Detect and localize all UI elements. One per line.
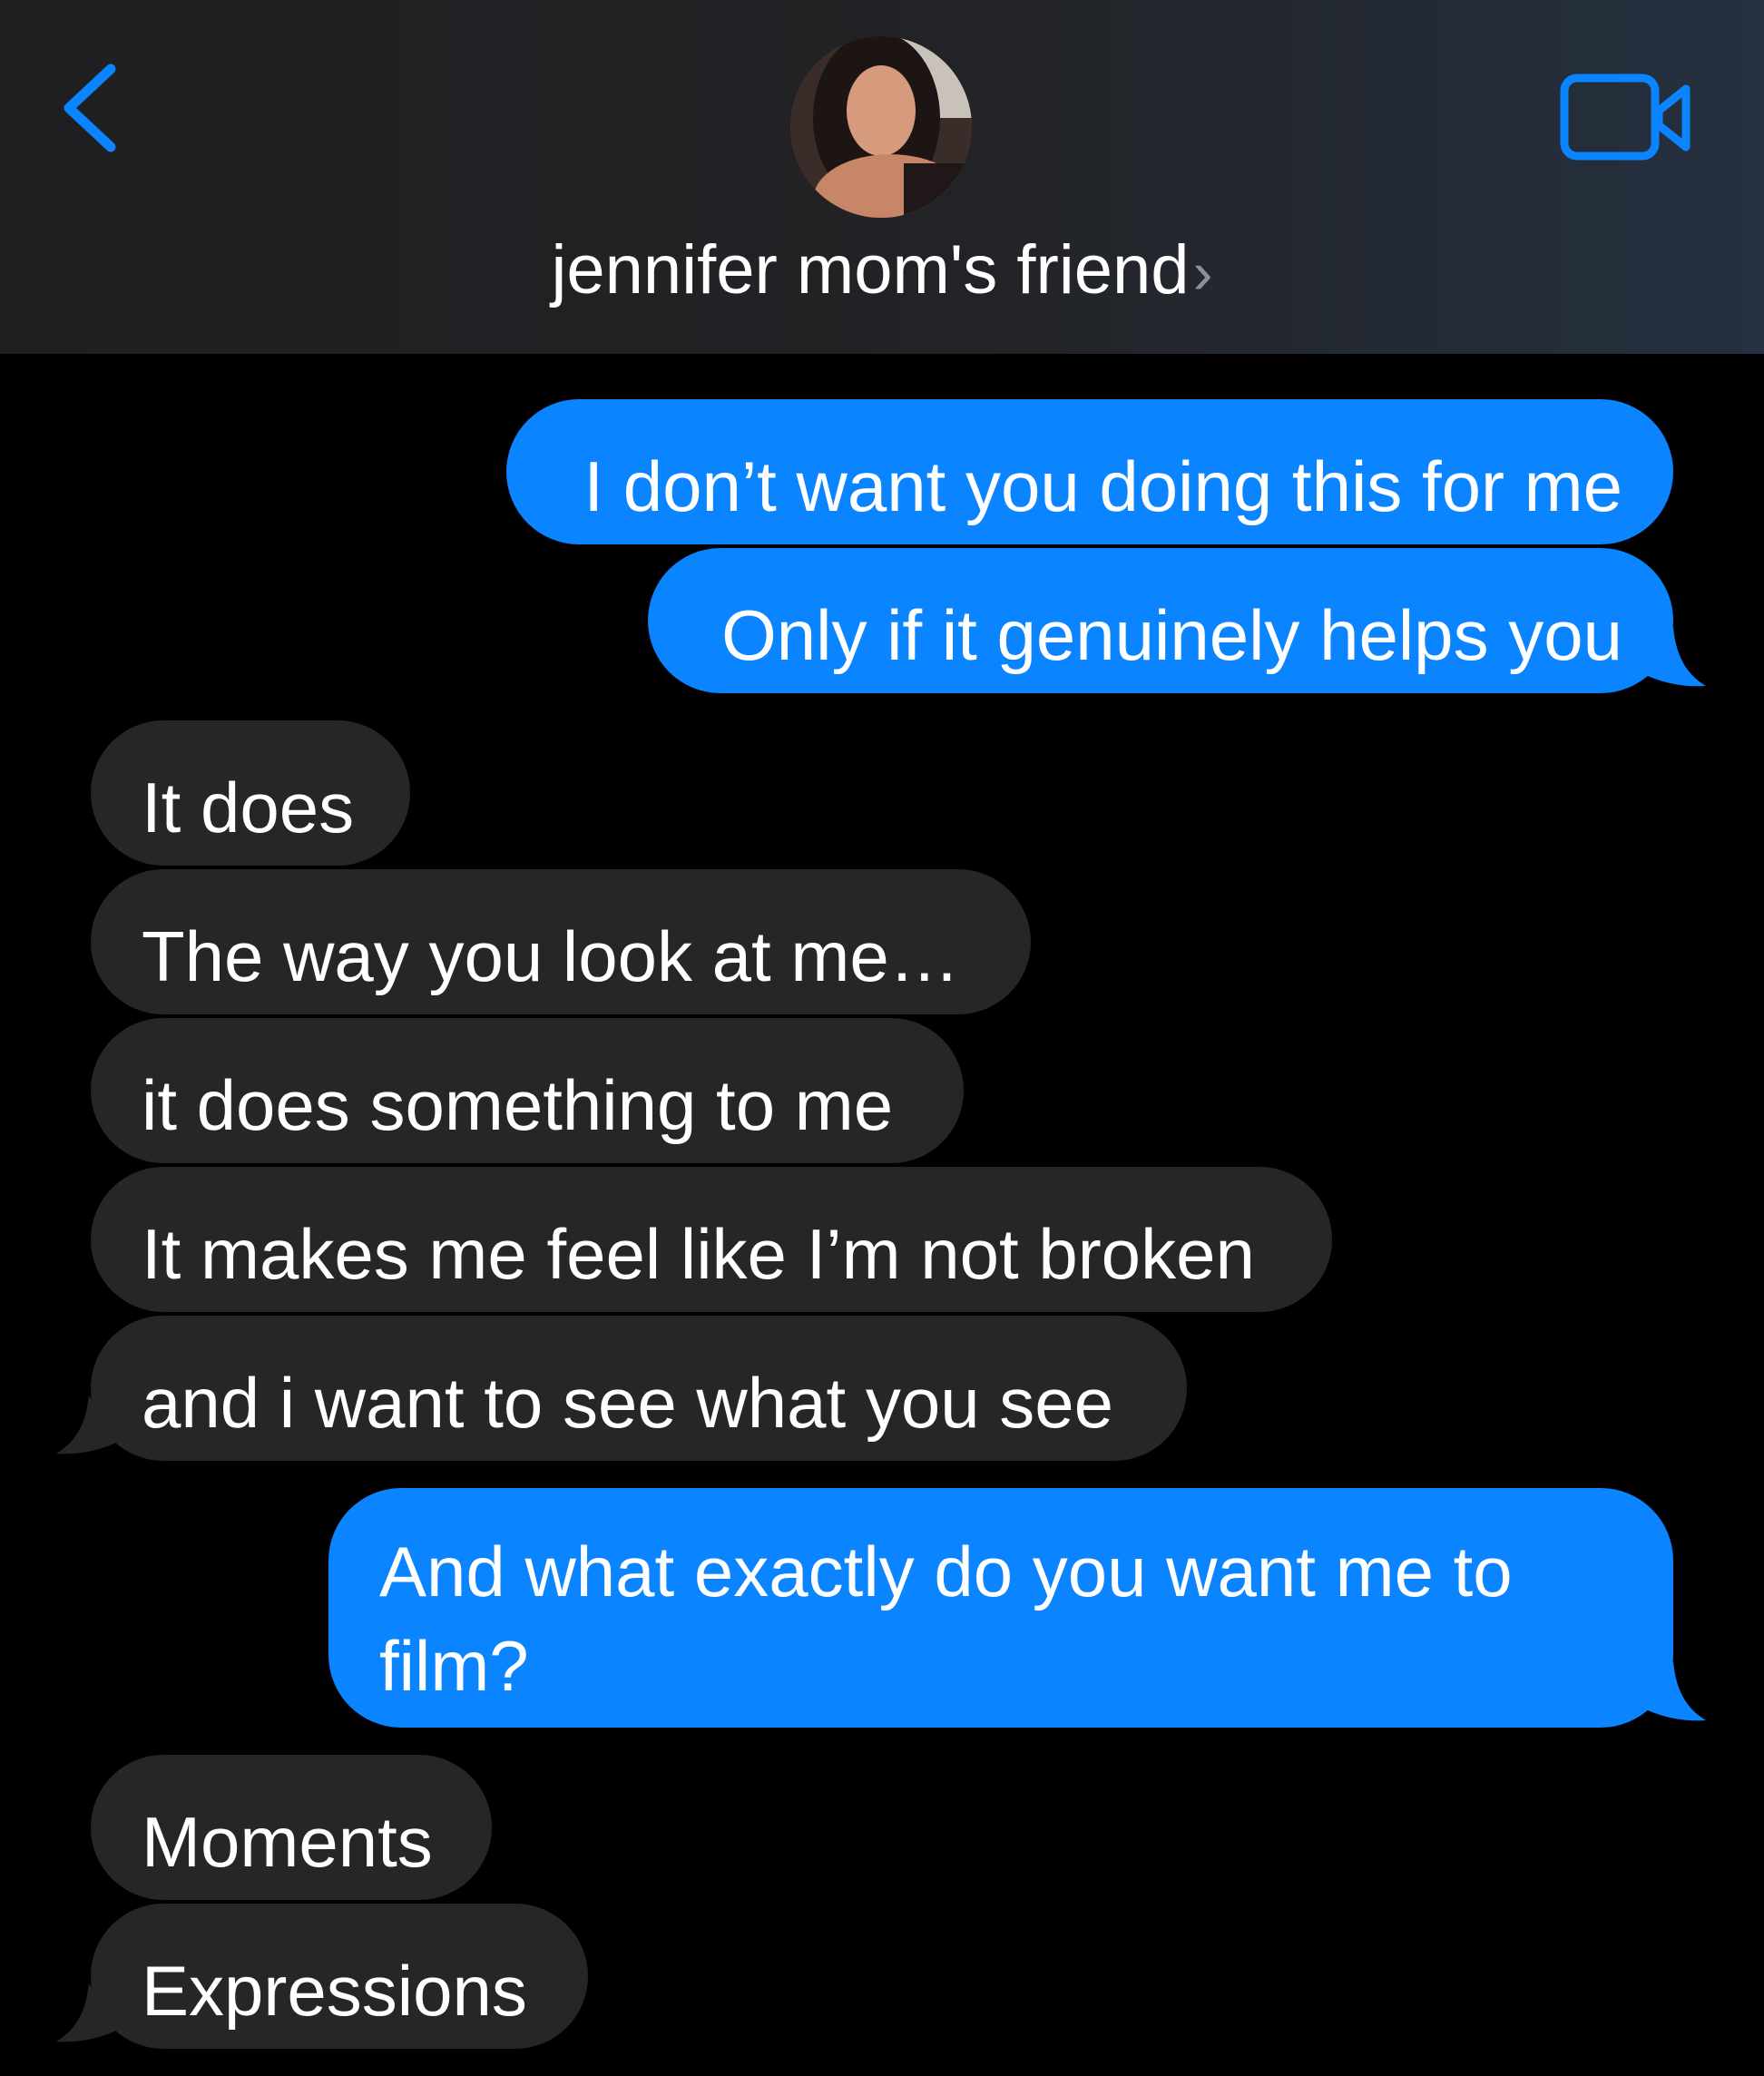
message-bubble-sent[interactable]: I don’t want you doing this for me [506,399,1673,544]
message-bubble-sent[interactable]: And what exactly do you want me to film? [328,1488,1673,1728]
message-bubble-sent[interactable]: Only if it genuinely helps you [648,548,1673,693]
message-text: Moments [142,1802,433,1882]
message-text: It makes me feel like I’m not broken [142,1214,1255,1294]
message-text-line: And what exactly do you want me to [379,1532,1513,1611]
conversation-header: jennifer mom's friend› [0,0,1764,354]
message-text: The way you look at me… [142,916,960,996]
message-bubble-received[interactable]: Expressions [91,1904,588,2049]
message-bubble-received[interactable]: Moments [91,1755,492,1900]
message-text: Expressions [142,1951,527,2031]
message-text: and i want to see what you see [142,1363,1114,1443]
sent-bubble-tail [1624,1660,1706,1721]
message-bubble-received[interactable]: it does something to me [91,1018,964,1163]
message-text: it does something to me [142,1065,894,1145]
contact-name: jennifer mom's friend [551,231,1190,308]
message-text: I don’t want you doing this for me [583,446,1622,526]
message-text: Only if it genuinely helps you [721,595,1622,675]
chevron-left-icon[interactable] [54,58,127,158]
video-camera-icon[interactable] [1559,73,1695,163]
received-bubble-tail [56,1394,138,1454]
message-bubble-received[interactable]: and i want to see what you see [91,1316,1187,1461]
message-text-line: film? [379,1626,529,1706]
received-bubble-tail [56,1982,138,2042]
contact-name-button[interactable]: jennifer mom's friend› [0,225,1764,318]
chevron-right-icon: › [1192,239,1213,306]
message-bubble-received[interactable]: It does [91,720,410,866]
avatar-photo [790,36,972,218]
message-bubble-received[interactable]: It makes me feel like I’m not broken [91,1167,1332,1312]
message-bubble-received[interactable]: The way you look at me… [91,869,1031,1014]
contact-avatar[interactable] [790,36,972,218]
sent-bubble-tail [1624,626,1706,687]
message-text: It does [142,768,355,847]
